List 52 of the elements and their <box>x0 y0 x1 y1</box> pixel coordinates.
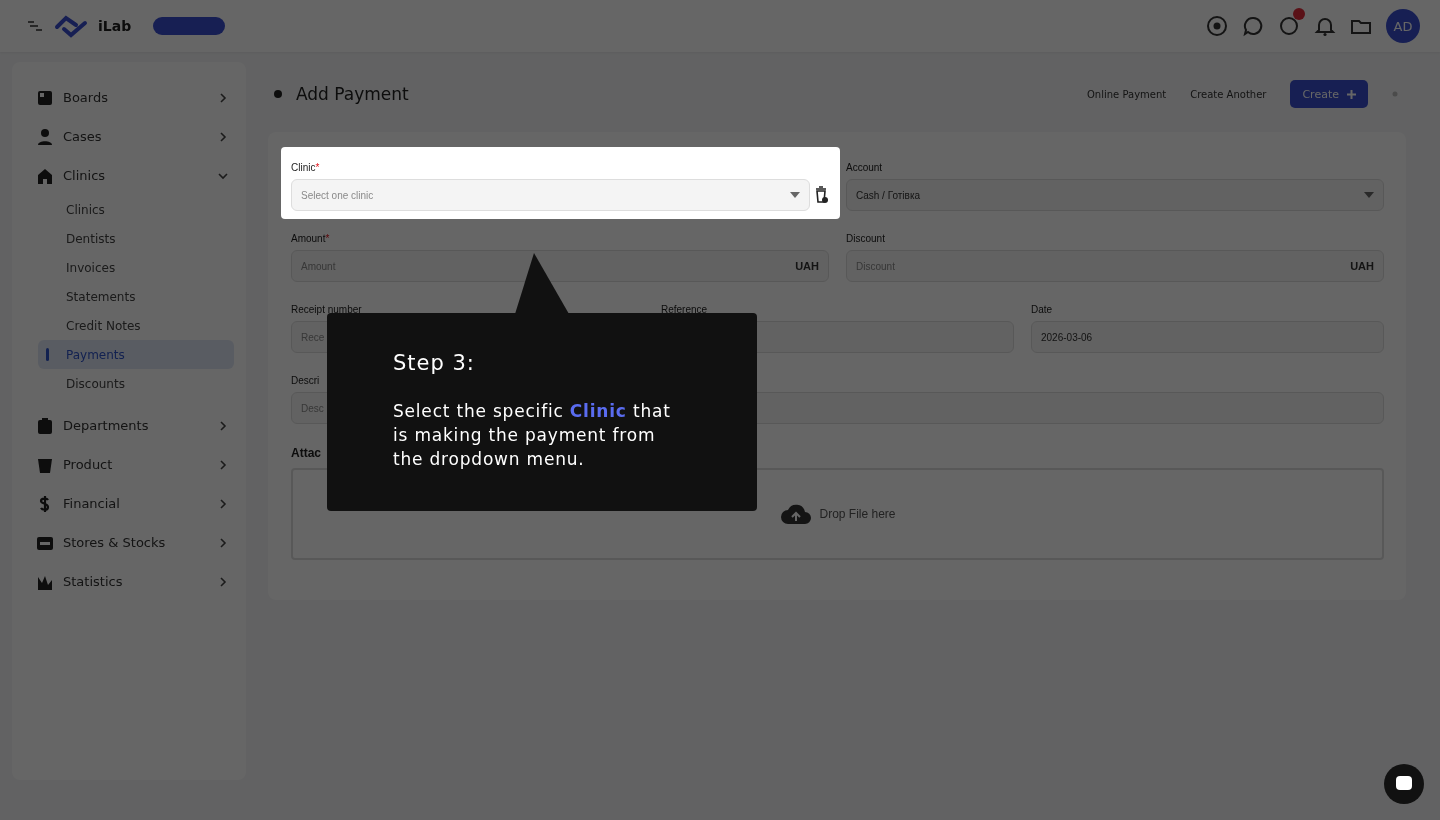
sidebar-item[interactable]: Cases <box>24 117 234 156</box>
attachments-label: Attac <box>291 446 321 460</box>
brand-name: iLab <box>98 18 132 34</box>
create-button[interactable]: Create <box>1290 80 1368 108</box>
field-label: Receipt number <box>291 304 363 315</box>
sidebar-item[interactable]: Financial <box>24 484 234 523</box>
option-label[interactable]: Create Another <box>1190 88 1267 100</box>
sidebar-subitem[interactable]: Payments <box>38 340 234 369</box>
chat-button[interactable] <box>1384 764 1424 804</box>
field-label: Reference <box>661 304 709 315</box>
dropdown-caret-icon <box>1364 192 1374 198</box>
collapse-icon[interactable] <box>26 19 44 33</box>
logo-icon <box>54 13 88 39</box>
page-title: Add Payment <box>296 84 409 104</box>
user-avatar[interactable]: AD <box>1386 9 1420 43</box>
field-label: Date <box>1031 304 1054 315</box>
bell-icon[interactable] <box>1314 15 1336 37</box>
sidebar-item[interactable]: Product <box>24 445 234 484</box>
dropdown-caret-icon <box>790 192 800 198</box>
sidebar-item[interactable]: Departments <box>24 406 234 445</box>
field-label: Discount <box>846 233 886 244</box>
sidebar-subitem[interactable]: Statements <box>38 282 234 311</box>
sidebar-subitem[interactable]: Discounts <box>38 369 234 398</box>
building-icon <box>36 166 54 185</box>
sidebar-item[interactable]: Stores & Stocks <box>24 523 234 562</box>
select-field[interactable]: Select one clinic <box>291 179 810 211</box>
tooltip-title: Step 3: <box>393 351 476 375</box>
trash-icon[interactable] <box>813 186 829 204</box>
sidebar-item[interactable]: Clinics <box>24 156 234 195</box>
cloud-upload-icon <box>779 502 814 526</box>
board-icon <box>36 88 54 107</box>
input-field[interactable]: 2026-03-06 <box>1031 321 1384 353</box>
back-dot-icon[interactable] <box>274 90 282 98</box>
sidebar-item[interactable]: Statistics <box>24 562 234 601</box>
sidebar-subitem[interactable]: Dentists <box>38 224 234 253</box>
option-label[interactable]: Online Payment <box>1087 88 1167 100</box>
select-field[interactable]: Cash / Готівка <box>846 179 1384 211</box>
dropzone-text: Drop File here <box>819 507 896 521</box>
field-label: Clinic* <box>291 162 321 173</box>
field-label: Descri <box>291 375 321 386</box>
sidebar-subitem[interactable]: Invoices <box>38 253 234 282</box>
chat-bubble-icon[interactable] <box>1242 15 1264 37</box>
chat-icon <box>1395 775 1413 793</box>
sidebar-subitem[interactable]: Clinics <box>38 195 234 224</box>
clipboard-icon <box>36 416 54 435</box>
plus-icon <box>1347 89 1356 99</box>
sidebar-item[interactable]: Boards <box>24 78 234 117</box>
field-label: Account <box>846 162 884 173</box>
field-label: Amount* <box>291 233 331 244</box>
person-icon <box>36 127 54 146</box>
play-circle-icon[interactable] <box>1206 15 1228 37</box>
sidebar-subitem[interactable]: Credit Notes <box>38 311 234 340</box>
